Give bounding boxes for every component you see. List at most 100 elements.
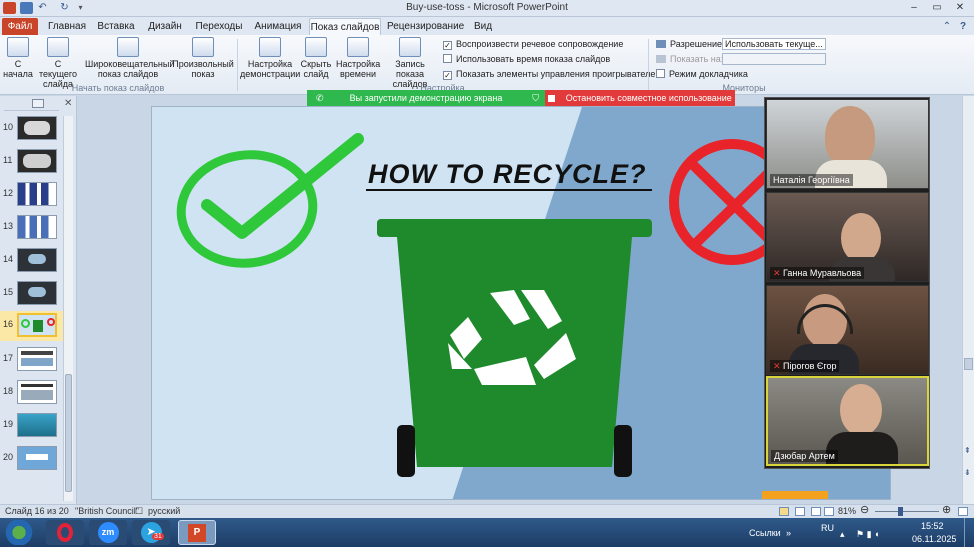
- show-desktop-button[interactable]: [964, 518, 974, 547]
- record-show-button[interactable]: Запись показа слайдов: [381, 37, 439, 89]
- from-current-button[interactable]: С текущего слайда: [36, 37, 80, 89]
- slide-thumbnail[interactable]: 11: [0, 147, 70, 177]
- tab-slideshow[interactable]: Показ слайдов: [309, 18, 381, 35]
- spellcheck-icon[interactable]: ☐: [135, 505, 143, 518]
- scroll-thumb[interactable]: [964, 358, 973, 370]
- normal-view-icon[interactable]: [779, 507, 789, 516]
- maximize-button[interactable]: ▭: [926, 1, 948, 15]
- tab-transitions[interactable]: Переходы: [192, 18, 246, 35]
- slide-thumbnail[interactable]: 18: [0, 378, 70, 408]
- hide-slide-icon: [305, 37, 327, 57]
- help-icon[interactable]: ?: [956, 18, 970, 35]
- participant-video-tile[interactable]: ✕ Ганна Муравльова: [766, 192, 929, 282]
- slide-sorter-icon[interactable]: [795, 507, 805, 516]
- slide-thumbnail[interactable]: 14: [0, 246, 70, 276]
- person-avatar: [841, 213, 881, 263]
- input-language[interactable]: RU: [821, 523, 834, 533]
- slide-thumbnail[interactable]: 13: [0, 213, 70, 243]
- next-slide-icon[interactable]: ⇟: [964, 468, 971, 477]
- opera-icon[interactable]: [46, 520, 84, 545]
- panel-tabs[interactable]: [4, 99, 59, 111]
- participant-video-tile-active[interactable]: Дзюбар Артем: [766, 376, 929, 466]
- timings-checkbox[interactable]: Использовать время показа слайдов: [443, 53, 610, 65]
- fit-to-window-icon[interactable]: [958, 507, 968, 516]
- slide-thumbnail[interactable]: 17: [0, 345, 70, 375]
- narration-checkbox[interactable]: ✓ Воспроизвести речевое сопровождение: [443, 38, 623, 50]
- setup-show-button[interactable]: Настройка демонстрации: [240, 37, 300, 79]
- minimize-button[interactable]: –: [903, 1, 925, 15]
- slide-thumbnail-selected[interactable]: 16: [0, 311, 70, 341]
- monitor-icon: [656, 40, 666, 48]
- status-bar: Слайд 16 из 20 "British Council" ☐ русск…: [0, 504, 974, 518]
- thumbnail-image: [17, 446, 57, 470]
- ribbon-tabs: Файл Главная Вставка Дизайн Переходы Ани…: [0, 17, 974, 35]
- canvas-scrollbar[interactable]: ⇞ ⇟: [962, 96, 974, 504]
- custom-show-button[interactable]: Произвольный показ: [172, 37, 234, 79]
- thumbnail-image: [17, 347, 57, 371]
- outline-tab-icon[interactable]: [32, 99, 44, 108]
- show-on-select[interactable]: [722, 53, 826, 65]
- theme-name[interactable]: "British Council": [75, 505, 139, 518]
- slide-thumbnail[interactable]: 19: [0, 411, 70, 441]
- checkbox-checked-icon: ✓: [443, 41, 452, 50]
- tab-review[interactable]: Рецензирование: [387, 18, 464, 35]
- clock-time[interactable]: 15:52: [921, 521, 944, 531]
- close-button[interactable]: ✕: [949, 1, 971, 15]
- zoom-out-icon[interactable]: ⊖: [860, 504, 869, 517]
- participant-name: Дзюбар Артем: [771, 450, 838, 462]
- clock-date[interactable]: 06.11.2025: [912, 534, 956, 544]
- zoom-slider[interactable]: [875, 511, 939, 512]
- person-avatar: [825, 106, 875, 166]
- broadcast-button[interactable]: Широковещательный показ слайдов: [85, 37, 174, 79]
- telegram-icon[interactable]: ➤ 31: [132, 520, 170, 545]
- slide-thumbnail[interactable]: 20: [0, 444, 70, 474]
- powerpoint-taskbar-icon[interactable]: P: [178, 520, 216, 545]
- slide-thumbnail[interactable]: 15: [0, 279, 70, 309]
- thumbnail-image: [17, 380, 57, 404]
- phone-icon: ✆: [316, 93, 324, 103]
- tab-animation[interactable]: Анимация: [251, 18, 305, 35]
- tray-icons[interactable]: ⚑ ▮ ◖: [856, 529, 879, 540]
- prev-slide-icon[interactable]: ⇞: [964, 446, 971, 455]
- scroll-thumb[interactable]: [65, 374, 72, 492]
- resolution-label: Разрешение:: [656, 38, 724, 50]
- zoom-slider-thumb[interactable]: [898, 507, 903, 516]
- close-panel-icon[interactable]: ✕: [64, 98, 72, 109]
- mic-muted-icon: ✕: [773, 361, 784, 371]
- hide-slide-button[interactable]: Скрыть слайд: [300, 37, 332, 79]
- reading-view-icon[interactable]: [811, 507, 821, 516]
- language-label[interactable]: русский: [148, 505, 180, 518]
- resolution-select[interactable]: Использовать текуще...: [722, 38, 826, 50]
- tab-view[interactable]: Вид: [467, 18, 499, 35]
- slide-thumbnail[interactable]: 10: [0, 114, 70, 144]
- ribbon-separator: [237, 39, 238, 91]
- zoom-in-icon[interactable]: ⊕: [942, 504, 951, 517]
- mic-muted-icon: ✕: [773, 268, 784, 278]
- slide-thumbnail[interactable]: 12: [0, 180, 70, 210]
- start-button-icon[interactable]: [1, 520, 37, 545]
- shield-icon: ⛉: [532, 93, 539, 103]
- stop-sharing-button[interactable]: Остановить совместное использование: [545, 90, 735, 106]
- links-toolbar[interactable]: Ссылки: [749, 528, 781, 538]
- sharing-status[interactable]: ✆ Вы запустили демонстрацию экрана ⛉: [307, 90, 545, 106]
- presenter-view-checkbox[interactable]: Режим докладчика: [656, 68, 748, 80]
- participant-video-tile[interactable]: ✕ Пірогов Єгор: [766, 285, 929, 375]
- controls-checkbox[interactable]: ✓ Показать элементы управления проигрыват…: [443, 68, 662, 80]
- slide-title[interactable]: HOW TO RECYCLE?: [368, 159, 647, 190]
- video-participants-panel: Наталія Георгіївна ✕ Ганна Муравльова ✕ …: [764, 97, 930, 469]
- tab-insert[interactable]: Вставка: [93, 18, 139, 35]
- zoom-level[interactable]: 81%: [838, 505, 856, 518]
- panel-scrollbar[interactable]: [63, 116, 73, 501]
- window-title: Buy-use-toss - Microsoft PowerPoint: [406, 2, 568, 13]
- zoom-icon[interactable]: zm: [89, 520, 127, 545]
- tab-design[interactable]: Дизайн: [143, 18, 187, 35]
- tray-expand-icon[interactable]: ▴: [840, 529, 845, 540]
- from-start-button[interactable]: С начала: [2, 37, 34, 79]
- slideshow-view-icon[interactable]: [824, 507, 834, 516]
- participant-video-tile[interactable]: Наталія Георгіївна: [766, 99, 929, 189]
- toolbar-expand-icon[interactable]: »: [786, 528, 791, 538]
- rehearse-timings-button[interactable]: Настройка времени: [336, 37, 380, 79]
- ribbon-minimize-icon[interactable]: ⌃: [940, 18, 954, 35]
- tab-home[interactable]: Главная: [44, 18, 90, 35]
- tab-file[interactable]: Файл: [2, 18, 38, 35]
